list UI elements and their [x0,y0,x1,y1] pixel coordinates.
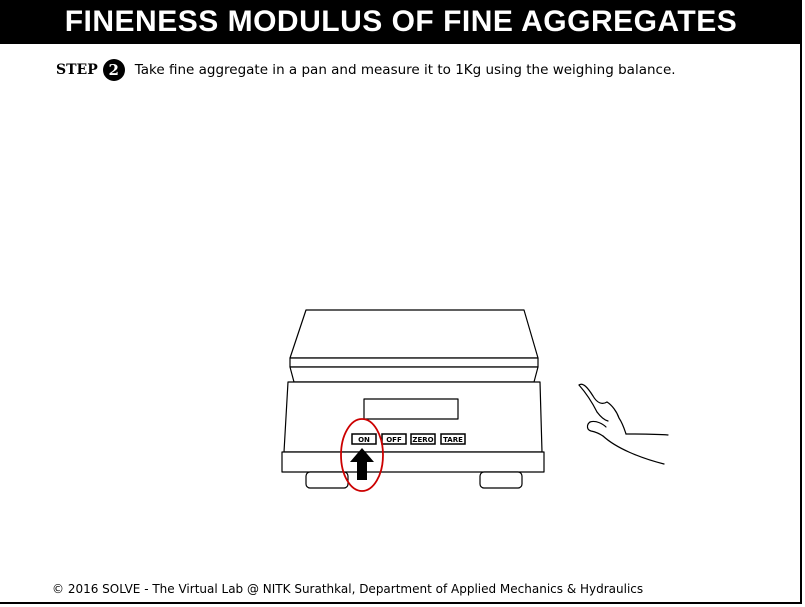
tare-button-label: TARE [443,436,463,444]
balance-pan [289,309,539,368]
off-button[interactable]: OFF [381,433,407,445]
on-button[interactable]: ON [351,433,377,445]
balance-foot-left [305,471,349,489]
hand-pointer-icon [578,383,669,465]
off-button-label: OFF [386,436,402,444]
tare-button[interactable]: TARE [440,433,466,445]
footer-copyright: © 2016 SOLVE - The Virtual Lab @ NITK Su… [52,582,644,596]
weighing-balance-scene: ON OFF ZERO TARE [281,309,669,492]
zero-button-label: ZERO [412,436,433,444]
on-button-label: ON [358,436,370,444]
zero-button[interactable]: ZERO [410,433,436,445]
balance-foot-right [479,471,523,489]
balance-display [363,398,459,420]
